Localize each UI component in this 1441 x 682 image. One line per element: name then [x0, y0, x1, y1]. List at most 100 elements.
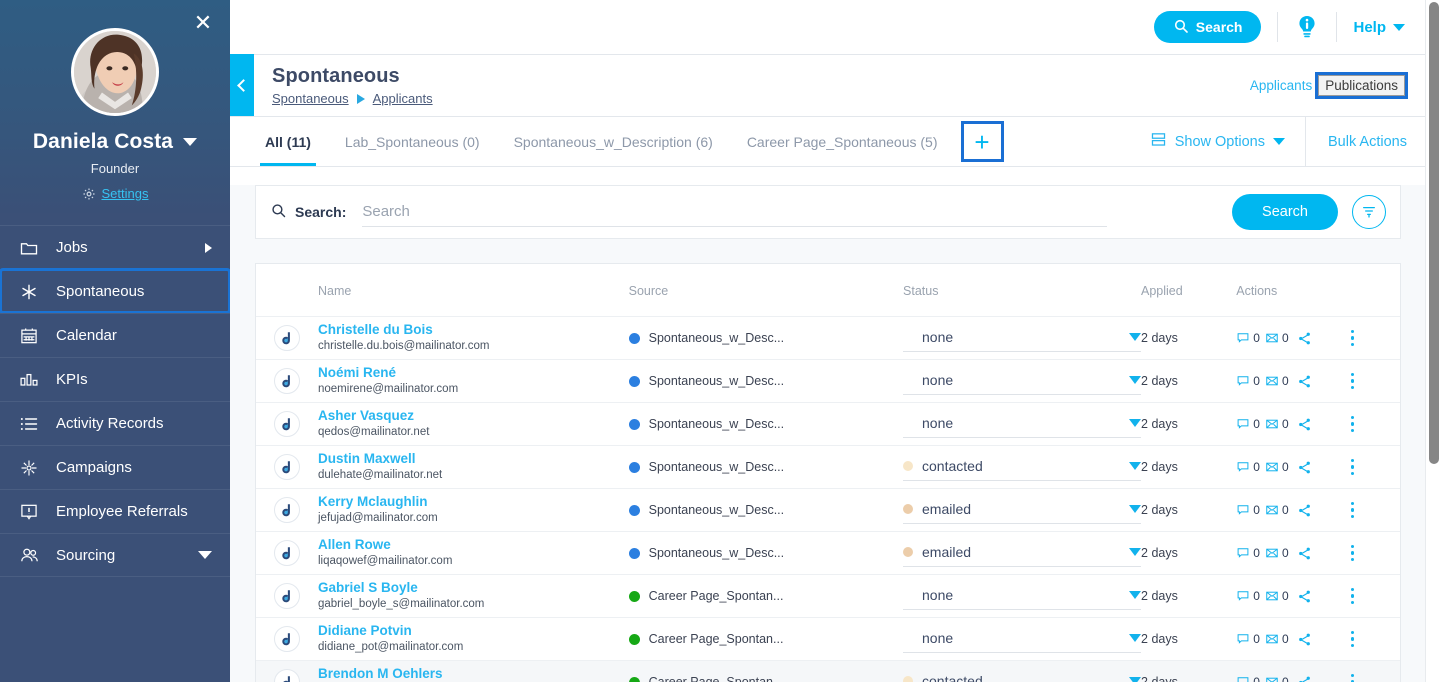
column-header-applied[interactable]: Applied	[1141, 264, 1237, 317]
emails-action[interactable]: 0	[1265, 589, 1289, 603]
row-menu-kebab-icon[interactable]	[1343, 372, 1361, 390]
emails-action[interactable]: 0	[1265, 675, 1289, 682]
status-dropdown[interactable]: emailed	[903, 539, 1142, 567]
search-submit-button[interactable]: Search	[1232, 194, 1338, 230]
share-icon[interactable]	[1297, 675, 1312, 682]
table-row[interactable]: Dustin Maxwell dulehate@mailinator.net Spo…	[256, 446, 1400, 489]
tab-lab-spontaneous[interactable]: Lab_Spontaneous (0)	[328, 117, 497, 166]
breadcrumb-item-spontaneous[interactable]: Spontaneous	[272, 91, 349, 106]
share-icon[interactable]	[1297, 546, 1312, 561]
sidebar-item-activity-records[interactable]: Activity Records	[0, 401, 230, 445]
comments-action[interactable]: 0	[1236, 546, 1260, 560]
row-menu-kebab-icon[interactable]	[1343, 630, 1361, 648]
applicant-name-link[interactable]: Asher Vasquez	[318, 408, 629, 425]
share-icon[interactable]	[1297, 632, 1312, 647]
comments-action[interactable]: 0	[1236, 374, 1260, 388]
help-menu[interactable]: Help	[1353, 19, 1405, 36]
sidebar-item-campaigns[interactable]: Campaigns	[0, 445, 230, 489]
emails-action[interactable]: 0	[1265, 460, 1289, 474]
emails-action[interactable]: 0	[1265, 331, 1289, 345]
table-row[interactable]: Kerry Mclaughlin jefujad@mailinator.com Sp…	[256, 489, 1400, 532]
tab-all[interactable]: All (11)	[248, 117, 328, 166]
applicant-name-link[interactable]: Kerry Mclaughlin	[318, 494, 629, 511]
status-dropdown[interactable]: contacted	[903, 453, 1142, 481]
table-row[interactable]: Brendon M Oehlersbrendon_m@mailinator.co…	[256, 660, 1400, 682]
sidebar-collapse-button[interactable]	[230, 54, 254, 116]
row-menu-kebab-icon[interactable]	[1343, 587, 1361, 605]
share-icon[interactable]	[1297, 460, 1312, 475]
comments-action[interactable]: 0	[1236, 503, 1260, 517]
header-link-publications[interactable]: Publications	[1315, 72, 1408, 99]
search-input[interactable]	[362, 197, 1108, 227]
emails-action[interactable]: 0	[1265, 632, 1289, 646]
comments-action[interactable]: 0	[1236, 675, 1260, 682]
status-dropdown[interactable]: none	[903, 324, 1142, 352]
column-header-actions[interactable]: Actions	[1236, 264, 1344, 317]
share-icon[interactable]	[1297, 331, 1312, 346]
comments-action[interactable]: 0	[1236, 331, 1260, 345]
status-dropdown[interactable]: none	[903, 582, 1142, 610]
status-dropdown[interactable]: contacted	[903, 668, 1142, 682]
tab-career-page-spontaneous[interactable]: Career Page_Spontaneous (5)	[730, 117, 955, 166]
funnel-icon[interactable]	[1352, 195, 1386, 229]
applicant-name-link[interactable]: Christelle du Bois	[318, 322, 629, 339]
row-menu-kebab-icon[interactable]	[1343, 544, 1361, 562]
add-tab-button[interactable]: +	[960, 121, 1004, 162]
table-row[interactable]: Asher Vasquez qedos@mailinator.net Spontan…	[256, 403, 1400, 446]
share-icon[interactable]	[1297, 417, 1312, 432]
sidebar-item-calendar[interactable]: Calendar	[0, 313, 230, 357]
applicant-name-link[interactable]: Allen Rowe	[318, 537, 629, 554]
avatar[interactable]	[71, 28, 159, 116]
share-icon[interactable]	[1297, 503, 1312, 518]
breadcrumb-item-applicants[interactable]: Applicants	[373, 91, 433, 106]
comments-action[interactable]: 0	[1236, 417, 1260, 431]
row-menu-kebab-icon[interactable]	[1343, 458, 1361, 476]
comments-action[interactable]: 0	[1236, 460, 1260, 474]
column-header-status[interactable]: Status	[903, 264, 1142, 317]
applicant-name-link[interactable]: Noémi René	[318, 365, 629, 382]
emails-action[interactable]: 0	[1265, 546, 1289, 560]
row-menu-kebab-icon[interactable]	[1343, 673, 1361, 682]
lightbulb-info-icon[interactable]	[1294, 14, 1320, 40]
global-search-button[interactable]: Search	[1153, 11, 1262, 43]
share-icon[interactable]	[1297, 589, 1312, 604]
table-row[interactable]: Noémi René noemirene@mailinator.com Sponta…	[256, 360, 1400, 403]
emails-action[interactable]: 0	[1265, 417, 1289, 431]
comments-action[interactable]: 0	[1236, 589, 1260, 603]
table-row[interactable]: Didiane Potvin didiane_pot@mailinator.com…	[256, 618, 1400, 661]
emails-action[interactable]: 0	[1265, 503, 1289, 517]
status-dropdown[interactable]: none	[903, 367, 1142, 395]
status-dropdown[interactable]: none	[903, 410, 1142, 438]
applicant-name-link[interactable]: Dustin Maxwell	[318, 451, 629, 468]
table-row[interactable]: Gabriel S Boyle gabriel_boyle_s@mailinato…	[256, 575, 1400, 618]
table-row[interactable]: Allen Rowe liqaqowef@mailinator.com Sponta…	[256, 532, 1400, 575]
column-header-name[interactable]: Name	[256, 264, 629, 317]
share-icon[interactable]	[1297, 374, 1312, 389]
comments-action[interactable]: 0	[1236, 632, 1260, 646]
row-menu-kebab-icon[interactable]	[1343, 415, 1361, 433]
row-menu-kebab-icon[interactable]	[1343, 501, 1361, 519]
applicant-name-link[interactable]: Gabriel S Boyle	[318, 580, 629, 597]
settings-link[interactable]: Settings	[102, 186, 149, 201]
row-menu-kebab-icon[interactable]	[1343, 329, 1361, 347]
chevron-down-icon[interactable]	[183, 138, 198, 146]
tab-spontaneous-w-description[interactable]: Spontaneous_w_Description (6)	[497, 117, 730, 166]
header-link-applicants[interactable]: Applicants	[1248, 75, 1314, 96]
applicant-name-link[interactable]: Brendon M Oehlers	[318, 666, 629, 682]
sidebar-item-jobs[interactable]: Jobs	[0, 225, 230, 269]
emails-action[interactable]: 0	[1265, 374, 1289, 388]
close-icon[interactable]: ✕	[192, 12, 214, 34]
applicant-name-link[interactable]: Didiane Potvin	[318, 623, 629, 640]
sidebar-item-sourcing[interactable]: Sourcing	[0, 533, 230, 577]
vertical-scrollbar[interactable]	[1425, 0, 1441, 682]
sidebar-item-spontaneous[interactable]: Spontaneous	[0, 268, 231, 314]
bulk-actions-button[interactable]: Bulk Actions	[1306, 117, 1429, 166]
table-row[interactable]: Christelle du Bois christelle.du.bois@mai…	[256, 317, 1400, 360]
sidebar-item-kpis[interactable]: KPIs	[0, 357, 230, 401]
status-dropdown[interactable]: none	[903, 625, 1142, 653]
scrollbar-thumb[interactable]	[1429, 2, 1439, 464]
status-dropdown[interactable]: emailed	[903, 496, 1142, 524]
sidebar-item-employee-referrals[interactable]: Employee Referrals	[0, 489, 230, 533]
show-options-button[interactable]: Show Options	[1130, 117, 1306, 166]
column-header-source[interactable]: Source	[628, 264, 904, 317]
